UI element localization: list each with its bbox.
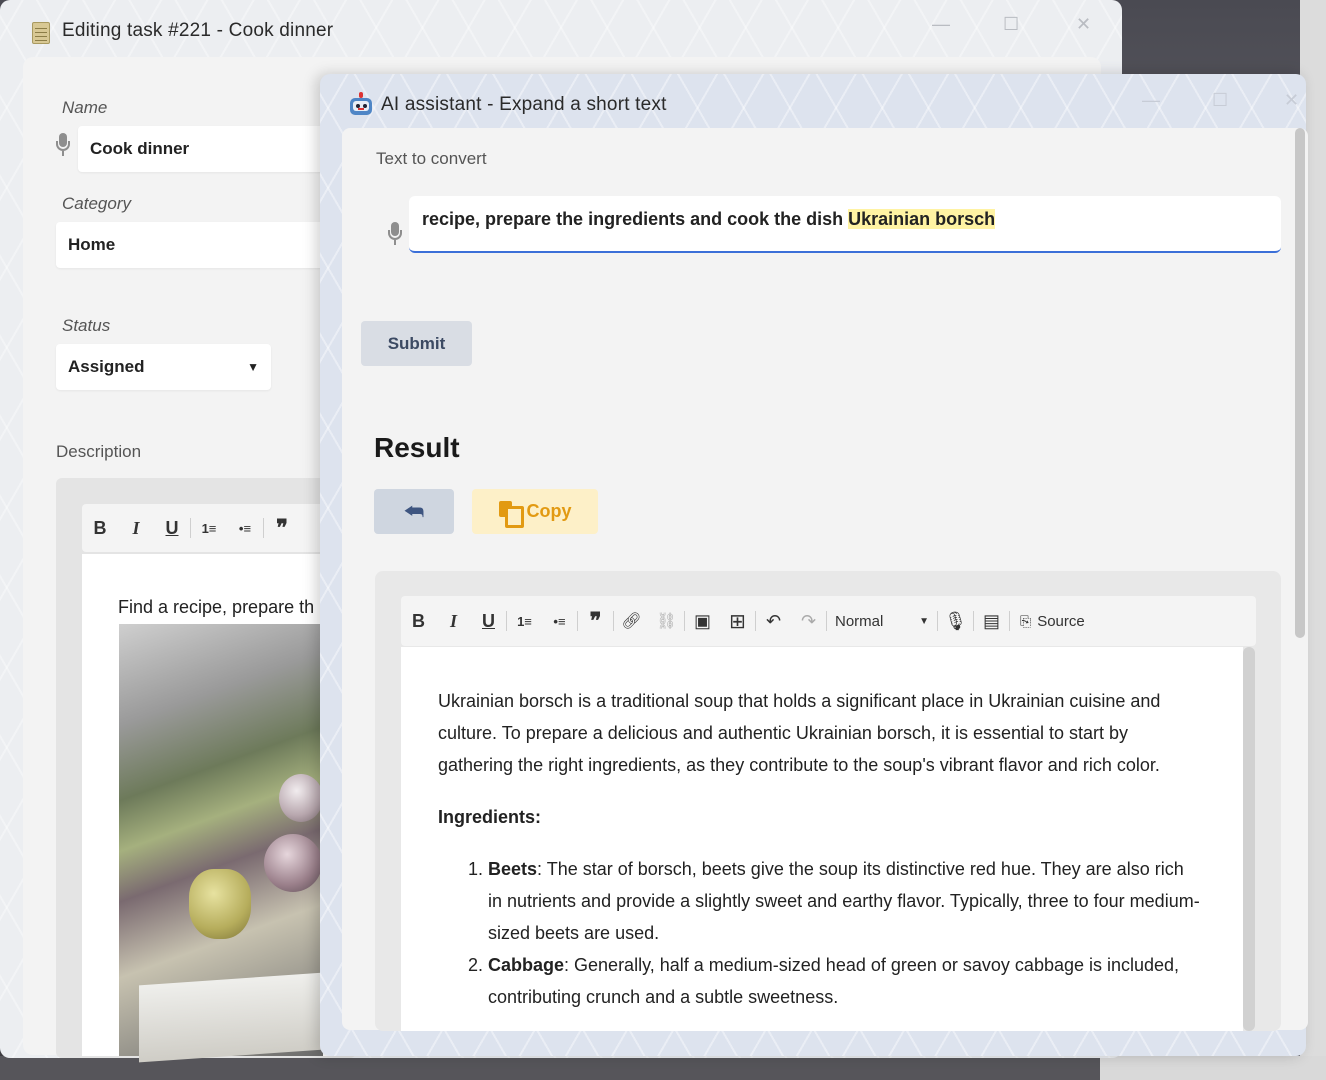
maximize-icon[interactable]: ☐ [1212, 90, 1228, 111]
list-item: Cabbage: Generally, half a medium-sized … [488, 949, 1200, 1013]
reply-icon: ⮪ [403, 498, 425, 524]
task-window-titlebar[interactable]: Editing task #221 - Cook dinner — ☐ ✕ [0, 0, 1122, 58]
result-editor[interactable]: Ukrainian borsch is a traditional soup t… [401, 647, 1243, 1031]
chevron-down-icon: ▼ [919, 615, 929, 627]
copy-button[interactable]: Copy [472, 489, 598, 534]
source-label: Source [1037, 612, 1085, 630]
underline-button[interactable]: U [154, 504, 190, 552]
result-editor-toolbar: B I U 1≡ •≡ ❞ 🔗︎ ⛓︎ ▣ ⊞ ↶ ↷ Normal ▼ 🎙︎ ▤… [401, 596, 1256, 646]
ai-window-title: AI assistant - Expand a short text [381, 94, 667, 115]
table-icon[interactable]: ⊞ [720, 596, 755, 646]
reply-back-button[interactable]: ⮪ [374, 489, 454, 534]
result-heading: Result [374, 432, 460, 463]
ingredient-term: Beets [488, 859, 538, 879]
numbered-list-button[interactable]: 1≡ [191, 504, 227, 552]
bold-button[interactable]: B [401, 596, 436, 646]
task-window-title: Editing task #221 - Cook dinner [62, 20, 334, 41]
ingredient-term: Cabbage [488, 955, 565, 975]
source-icon: ⎘ [1020, 612, 1032, 629]
bulleted-list-icon[interactable]: •≡ [542, 596, 577, 646]
result-content: Ukrainian borsch is a traditional soup t… [438, 685, 1200, 1013]
format-value: Normal [835, 612, 884, 630]
ingredient-text: : The star of borsch, beets give the sou… [488, 859, 1200, 943]
microphone-icon[interactable] [56, 133, 70, 157]
chevron-down-icon: ▼ [247, 360, 259, 374]
result-editor-scrollbar[interactable] [1243, 647, 1255, 1031]
vegetables-illustration [119, 624, 323, 1063]
text-to-convert-label: Text to convert [376, 149, 487, 168]
status-select[interactable]: Assigned ▼ [56, 344, 271, 390]
minimize-icon[interactable]: — [932, 14, 950, 35]
name-field[interactable]: Cook dinner [78, 126, 328, 172]
ingredients-list: Beets: The star of borsch, beets give th… [438, 853, 1200, 1013]
show-blocks-icon[interactable]: ▤ [974, 596, 1009, 646]
copy-label: Copy [526, 501, 572, 521]
bulleted-list-button[interactable]: •≡ [227, 504, 263, 552]
image-icon[interactable]: ▣ [685, 596, 720, 646]
microphone-icon[interactable] [388, 222, 402, 246]
italic-button[interactable]: I [118, 504, 154, 552]
input-text: recipe, prepare the ingredients and cook… [422, 209, 849, 229]
input-highlighted-text: Ukrainian borsch [848, 209, 996, 229]
blockquote-button[interactable]: ❞ [264, 504, 300, 552]
list-item: Beets: The star of borsch, beets give th… [488, 853, 1200, 949]
ai-panel-scrollbar[interactable] [1295, 128, 1305, 638]
numbered-list-icon[interactable]: 1≡ [507, 596, 542, 646]
copy-icon [498, 500, 524, 528]
blockquote-icon[interactable]: ❞ [578, 596, 613, 646]
close-icon[interactable]: ✕ [1076, 14, 1091, 35]
status-label: Status [62, 316, 111, 335]
description-label: Description [56, 442, 142, 461]
undo-icon[interactable]: ↶ [756, 596, 791, 646]
status-value: Assigned [68, 357, 145, 376]
format-dropdown[interactable]: Normal ▼ [827, 613, 937, 630]
name-label: Name [62, 98, 108, 117]
unlink-icon[interactable]: ⛓︎ [649, 596, 684, 646]
description-toolbar: B I U 1≡ •≡ ❞ [82, 504, 332, 552]
maximize-icon[interactable]: ☐ [1003, 14, 1019, 35]
bold-button[interactable]: B [82, 504, 118, 552]
link-icon[interactable]: 🔗︎ [614, 596, 649, 646]
source-button[interactable]: ⎘ Source [1010, 613, 1095, 630]
ingredients-heading: Ingredients: [438, 807, 542, 827]
italic-button[interactable]: I [436, 596, 471, 646]
minimize-icon[interactable]: — [1142, 90, 1160, 111]
intro-paragraph: Ukrainian borsch is a traditional soup t… [438, 691, 1161, 775]
underline-button[interactable]: U [471, 596, 506, 646]
microphone-icon[interactable]: 🎙︎ [938, 596, 973, 646]
description-text: Find a recipe, prepare th [118, 597, 315, 617]
robot-icon [348, 92, 374, 118]
submit-button[interactable]: Submit [361, 321, 472, 366]
ingredient-text: : Generally, half a medium-sized head of… [488, 955, 1180, 1007]
category-field[interactable]: Home [56, 222, 328, 268]
close-icon[interactable]: ✕ [1284, 90, 1299, 111]
redo-icon[interactable]: ↷ [791, 596, 826, 646]
notepad-icon [32, 22, 50, 44]
text-to-convert-input[interactable]: recipe, prepare the ingredients and cook… [409, 196, 1281, 253]
category-label: Category [62, 194, 131, 213]
desktop-background-bottom-right [1100, 1056, 1326, 1080]
